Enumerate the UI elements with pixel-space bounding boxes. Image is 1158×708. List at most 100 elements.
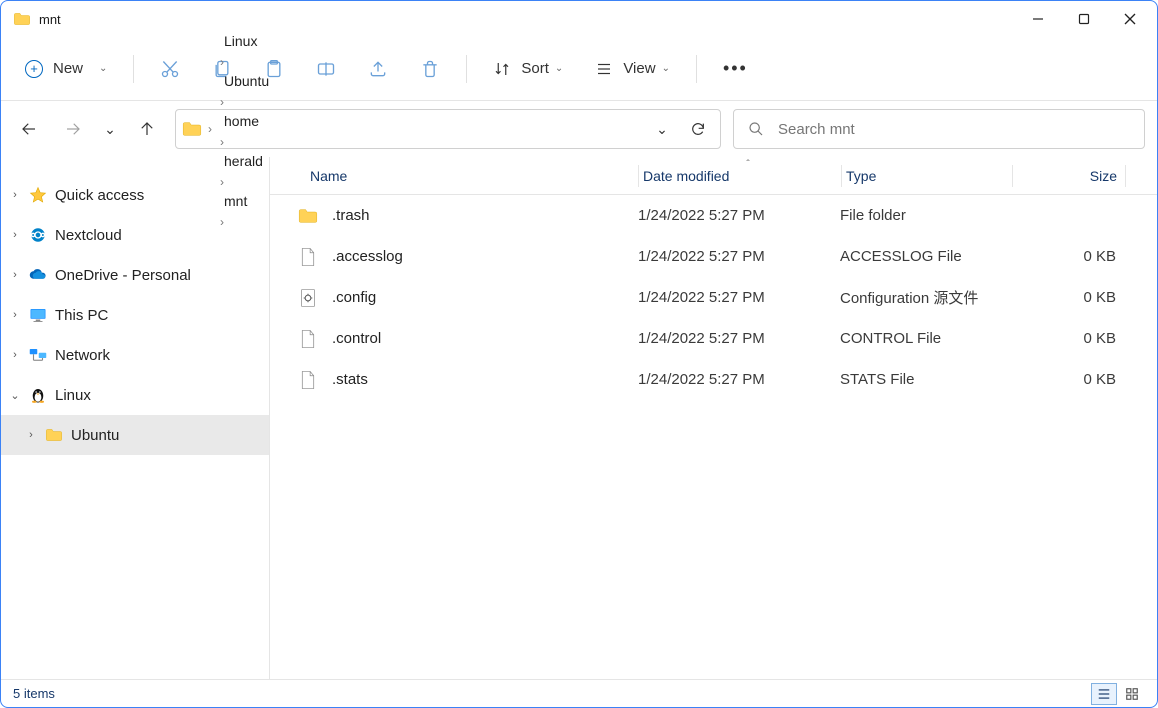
status-text: 5 items	[13, 686, 55, 701]
view-button[interactable]: View ⌄	[583, 51, 682, 87]
nav-row: ⌄ › Linux›Ubuntu›home›herald›mnt› ⌄	[1, 101, 1157, 157]
chevron-right-icon[interactable]: ›	[206, 122, 214, 136]
sidebar-item-quick-access[interactable]: › Quick access	[1, 175, 269, 215]
file-icon	[298, 370, 318, 390]
file-date: 1/24/2022 5:27 PM	[638, 248, 840, 265]
sidebar-item-network[interactable]: ›Network	[1, 335, 269, 375]
chevron-right-icon[interactable]: ›	[9, 309, 21, 321]
cut-button[interactable]	[148, 51, 192, 87]
file-date: 1/24/2022 5:27 PM	[638, 289, 840, 306]
search-icon	[748, 121, 764, 137]
share-button[interactable]	[356, 51, 400, 87]
recent-button[interactable]: ⌄	[101, 113, 119, 145]
file-name: .stats	[332, 371, 368, 388]
file-type: CONTROL File	[840, 330, 1012, 347]
file-date: 1/24/2022 5:27 PM	[638, 371, 840, 388]
file-icon	[298, 247, 318, 267]
col-type[interactable]: Type	[842, 157, 1012, 194]
chevron-right-icon[interactable]: ›	[9, 269, 21, 281]
chevron-right-icon[interactable]: ›	[218, 55, 226, 69]
details-view-button[interactable]	[1091, 683, 1117, 705]
sidebar-item-label: OneDrive - Personal	[55, 267, 191, 284]
search-input[interactable]	[778, 121, 1130, 138]
sidebar-item-label: Ubuntu	[71, 427, 119, 444]
chevron-right-icon[interactable]: ›	[9, 229, 21, 241]
refresh-button[interactable]	[682, 113, 714, 145]
file-list: Name ˆ Date modified Type Size .trash 1/2…	[270, 157, 1157, 679]
plus-icon: +	[25, 60, 43, 78]
back-button[interactable]	[13, 113, 45, 145]
delete-button[interactable]	[408, 51, 452, 87]
minimize-button[interactable]	[1015, 3, 1061, 35]
content: ›Quick access›Nextcloud›OneDrive - Perso…	[1, 157, 1157, 679]
sidebar: ›Quick access›Nextcloud›OneDrive - Perso…	[1, 157, 270, 679]
file-type: File folder	[840, 207, 1012, 224]
window-title: mnt	[39, 12, 61, 27]
sidebar-item-nextcloud[interactable]: ›Nextcloud	[1, 215, 269, 255]
file-row[interactable]: .config 1/24/2022 5:27 PMConfiguration 源文…	[270, 277, 1157, 318]
network-icon	[29, 346, 47, 364]
file-row[interactable]: .control1/24/2022 5:27 PMCONTROL File0 K…	[270, 318, 1157, 359]
forward-button[interactable]	[57, 113, 89, 145]
file-row[interactable]: .accesslog 1/24/2022 5:27 PMACCESSLOG Fil…	[270, 236, 1157, 277]
file-type: ACCESSLOG File	[840, 248, 1012, 265]
sidebar-item-this-pc[interactable]: › This PC	[1, 295, 269, 335]
file-name: .trash	[332, 207, 370, 224]
chevron-down-icon: ⌄	[662, 63, 670, 74]
sidebar-item-label: Linux	[55, 387, 91, 404]
chevron-right-icon[interactable]: ›	[9, 189, 21, 201]
file-row[interactable]: .trash 1/24/2022 5:27 PMFile folder	[270, 195, 1157, 236]
onedrive-icon	[29, 266, 47, 284]
chevron-right-icon[interactable]: ›	[9, 349, 21, 361]
history-dropdown[interactable]: ⌄	[646, 113, 678, 145]
more-button[interactable]: •••	[711, 51, 760, 87]
file-date: 1/24/2022 5:27 PM	[638, 207, 840, 224]
col-name[interactable]: Name	[270, 157, 638, 194]
statusbar: 5 items	[1, 679, 1157, 707]
address-bar[interactable]: › Linux›Ubuntu›home›herald›mnt› ⌄	[175, 109, 721, 149]
sort-indicator-icon: ˆ	[746, 159, 749, 170]
toolbar: + New ⌄ Sort ⌄ View ⌄ •••	[1, 37, 1157, 101]
file-size: 0 KB	[1012, 330, 1124, 347]
close-button[interactable]	[1107, 3, 1153, 35]
folder-icon	[182, 121, 202, 137]
chevron-right-icon[interactable]: ›	[218, 135, 226, 149]
search-box[interactable]	[733, 109, 1145, 149]
new-button[interactable]: + New ⌄	[13, 51, 119, 87]
sort-icon	[493, 60, 511, 78]
file-name: .config	[332, 289, 376, 306]
file-size: 0 KB	[1012, 289, 1124, 306]
folder-icon	[45, 426, 63, 444]
sidebar-item-label: This PC	[55, 307, 108, 324]
file-type: Configuration 源文件	[840, 287, 1012, 308]
file-icon	[298, 329, 318, 349]
chevron-down-icon: ⌄	[656, 121, 668, 138]
config-icon	[298, 288, 318, 308]
sidebar-item-label: Quick access	[55, 187, 144, 204]
col-size[interactable]: Size	[1013, 157, 1125, 194]
penguin-icon	[29, 386, 47, 404]
sidebar-item-linux[interactable]: ⌄ Linux	[1, 375, 269, 415]
file-size: 0 KB	[1012, 371, 1124, 388]
breadcrumb-item[interactable]: Linux	[218, 29, 275, 53]
maximize-button[interactable]	[1061, 3, 1107, 35]
chevron-right-icon[interactable]: ›	[25, 429, 37, 441]
col-date[interactable]: Date modified	[639, 157, 841, 194]
folder-icon	[13, 12, 31, 26]
breadcrumb-item[interactable]: Ubuntu	[218, 69, 275, 93]
file-name: .accesslog	[332, 248, 403, 265]
sidebar-item-ubuntu[interactable]: › Ubuntu	[1, 415, 269, 455]
chevron-down-icon[interactable]: ⌄	[9, 389, 21, 402]
file-size: 0 KB	[1012, 248, 1124, 265]
chevron-right-icon[interactable]: ›	[218, 95, 226, 109]
file-row[interactable]: .stats1/24/2022 5:27 PMSTATS File0 KB	[270, 359, 1157, 400]
sort-button[interactable]: Sort ⌄	[481, 51, 575, 87]
rename-button[interactable]	[304, 51, 348, 87]
up-button[interactable]	[131, 113, 163, 145]
breadcrumb-item[interactable]: home	[218, 109, 275, 133]
column-headers: Name ˆ Date modified Type Size	[270, 157, 1157, 195]
folder-icon	[298, 206, 318, 226]
sidebar-item-onedrive-personal[interactable]: › OneDrive - Personal	[1, 255, 269, 295]
monitor-icon	[29, 306, 47, 324]
large-icons-view-button[interactable]	[1119, 683, 1145, 705]
